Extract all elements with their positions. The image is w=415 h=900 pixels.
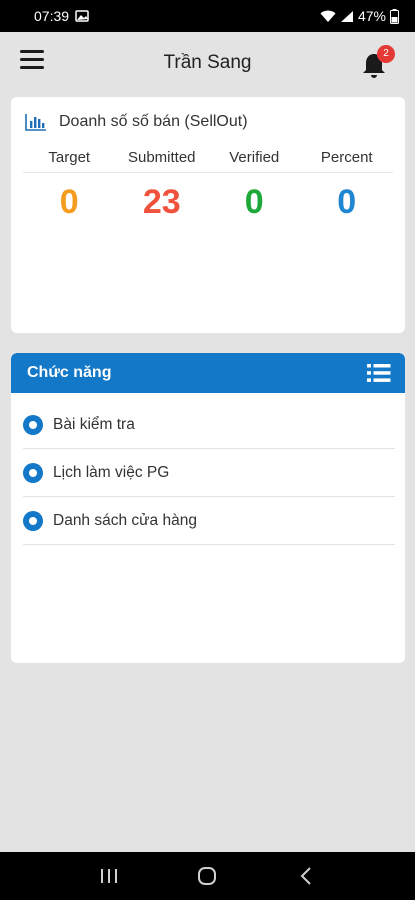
app-header: Trần Sang 2	[0, 32, 415, 92]
home-icon	[198, 867, 217, 885]
back-button[interactable]	[286, 856, 326, 896]
metric-verified: Verified 0	[208, 143, 301, 222]
radio-dot-icon	[23, 462, 43, 483]
status-bar: 07:39 47%	[0, 0, 415, 32]
metrics-row: Target 0 Submitted 23 Verified 0 Percent…	[23, 143, 393, 222]
function-item-test[interactable]: Bài kiểm tra	[23, 401, 395, 449]
function-item-store-list[interactable]: Danh sách cửa hàng	[23, 497, 395, 545]
functions-list: Bài kiểm tra Lịch làm việc PG Danh sách …	[23, 401, 395, 545]
metric-label: Percent	[300, 143, 393, 173]
function-item-pg-schedule[interactable]: Lịch làm việc PG	[23, 449, 395, 497]
radio-dot-icon	[23, 510, 43, 531]
battery-icon	[390, 8, 399, 24]
functions-card-header: Chức năng	[11, 353, 405, 393]
metric-label: Submitted	[115, 143, 208, 173]
status-time: 07:39	[34, 8, 70, 24]
sales-card-header: Doanh số số bán (SellOut)	[11, 97, 405, 137]
image-notification-icon	[75, 10, 89, 22]
metric-label: Target	[23, 143, 116, 173]
battery-percent: 47%	[357, 8, 386, 24]
metric-value: 23	[142, 183, 181, 221]
function-item-label: Danh sách cửa hàng	[53, 511, 197, 529]
metric-target: Target 0	[23, 143, 116, 222]
page-title: Trần Sang	[163, 52, 252, 73]
sales-card: Doanh số số bán (SellOut) Target 0 Submi…	[11, 97, 405, 333]
radio-dot-icon	[23, 414, 43, 435]
metric-value: 0	[244, 183, 264, 221]
status-left: 07:39	[34, 8, 89, 24]
notification-badge: 2	[377, 45, 395, 63]
function-item-label: Bài kiểm tra	[53, 415, 135, 433]
wifi-icon	[320, 10, 336, 22]
list-icon[interactable]	[367, 363, 391, 383]
metric-percent: Percent 0	[300, 143, 393, 222]
metric-value: 0	[59, 183, 79, 221]
functions-card: Chức năng Bài kiểm tra Lịch làm việc PG …	[11, 353, 405, 663]
home-button[interactable]	[187, 856, 227, 896]
recent-apps-icon	[101, 869, 118, 883]
notifications-button[interactable]: 2	[359, 44, 399, 82]
function-item-label: Lịch làm việc PG	[53, 463, 170, 481]
status-right: 47%	[320, 8, 399, 24]
functions-card-title: Chức năng	[27, 364, 112, 381]
metric-submitted: Submitted 23	[115, 143, 208, 222]
signal-icon	[340, 10, 353, 22]
metric-value: 0	[337, 183, 357, 221]
back-icon	[300, 867, 311, 885]
sales-card-title: Doanh số số bán (SellOut)	[59, 113, 248, 130]
recent-apps-button[interactable]	[89, 856, 129, 896]
bar-chart-icon	[25, 114, 46, 131]
metric-label: Verified	[208, 143, 301, 173]
system-nav-bar	[0, 852, 415, 900]
